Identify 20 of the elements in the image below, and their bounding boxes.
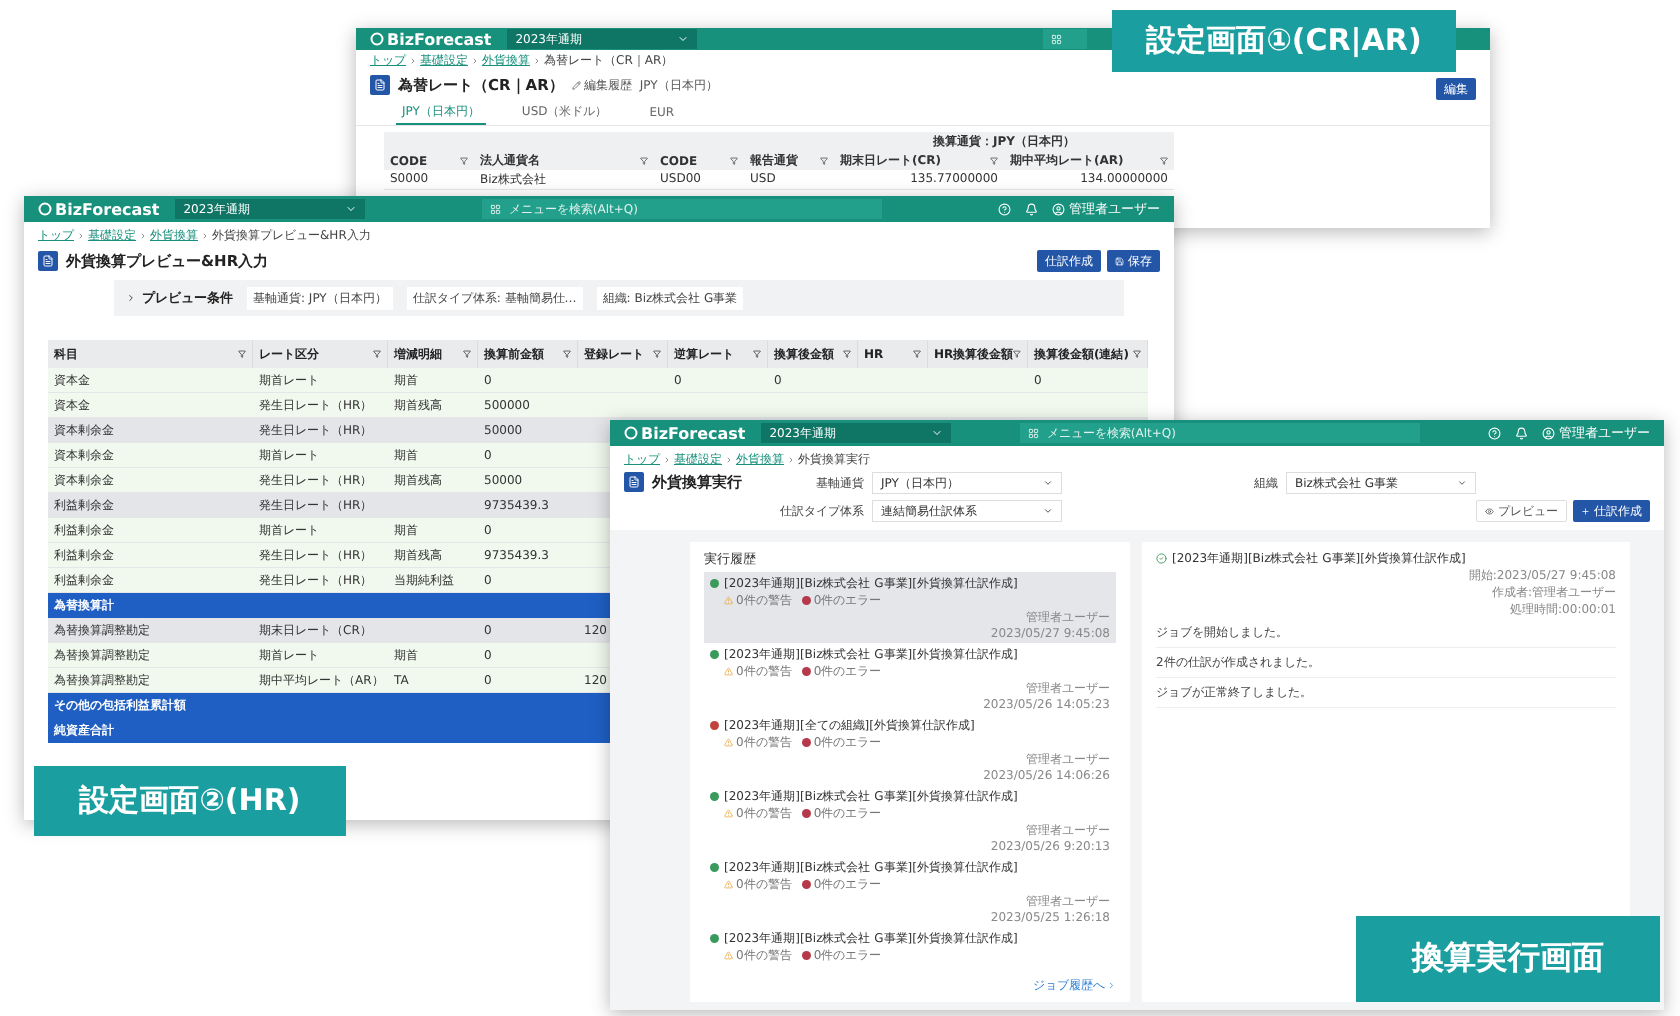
page-icon bbox=[38, 251, 58, 271]
logo-icon bbox=[38, 202, 52, 216]
menu-search-field[interactable] bbox=[1043, 29, 1088, 49]
error-icon bbox=[801, 738, 811, 747]
brand-logo[interactable]: BizForecast bbox=[38, 199, 160, 219]
table-cell bbox=[1028, 393, 1148, 418]
brand-logo[interactable]: BizForecast bbox=[624, 423, 746, 443]
brand-logo[interactable]: BizForecast bbox=[370, 29, 492, 49]
caption-label: 設定画面①(CR|AR) bbox=[1112, 10, 1456, 72]
caption-label: 設定画面②(HR) bbox=[34, 766, 346, 836]
error-icon bbox=[801, 880, 811, 889]
page-icon bbox=[624, 472, 644, 492]
logo-icon bbox=[370, 32, 384, 46]
page-icon bbox=[370, 75, 390, 95]
logo-icon bbox=[624, 426, 638, 440]
error-icon bbox=[801, 667, 811, 676]
error-icon bbox=[801, 951, 811, 960]
caption-label: 換算実行画面 bbox=[1356, 916, 1660, 1002]
error-icon bbox=[801, 596, 811, 605]
error-icon bbox=[801, 809, 811, 818]
